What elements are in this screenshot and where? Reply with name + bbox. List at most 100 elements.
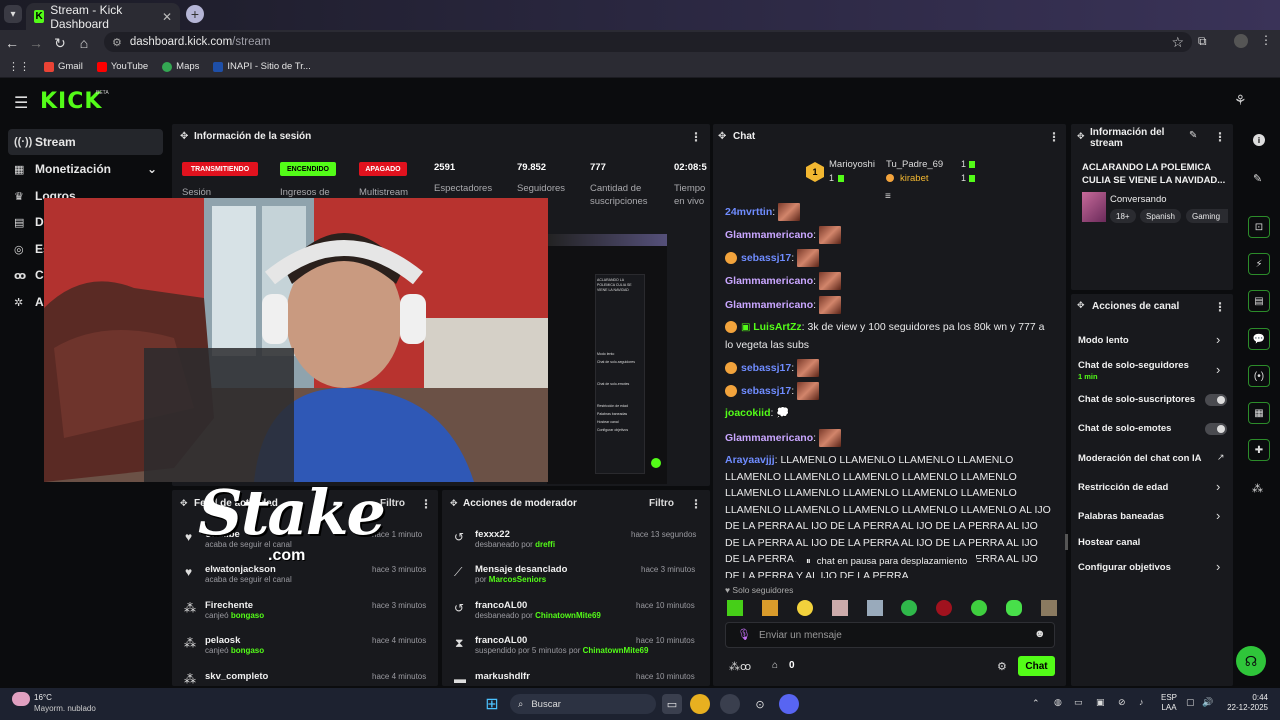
top-gifter-name[interactable]: Marioyoshi (829, 159, 875, 170)
bookmark-inapi[interactable]: INAPI - Sitio de Tr... (213, 61, 311, 72)
support-headset-button[interactable]: ☊ (1236, 646, 1266, 676)
chrome-icon[interactable] (690, 694, 710, 714)
chat-paused-notice[interactable]: ⏸ chat en pausa para desplazamiento (796, 552, 978, 570)
back-icon[interactable]: ← (0, 35, 24, 51)
steam-icon[interactable]: ⊙ (750, 694, 770, 714)
network-icon[interactable]: ▢ (1186, 697, 1195, 708)
chat-settings-icon[interactable]: ⚙ (997, 660, 1007, 673)
chevron-right-icon[interactable]: › (1216, 479, 1220, 494)
channel-points-icon[interactable]: ⁂ꝏ (729, 660, 751, 673)
broadcast-icon[interactable]: (•) (1248, 365, 1270, 387)
sidebar-item-stream[interactable]: ((·)) Stream (8, 129, 163, 155)
expand-gifters-icon[interactable]: ≡ (885, 191, 891, 202)
chat-username[interactable]: sebassj17 (741, 252, 791, 264)
bookmark-star-icon[interactable]: ☆ (1171, 34, 1184, 51)
activity-user[interactable]: pelaosk (205, 635, 264, 646)
info-icon[interactable]: i (1253, 134, 1265, 146)
apps-grid-icon[interactable]: ⋮⋮ (8, 60, 30, 73)
moderator-name[interactable]: ChinatownMite69 (583, 646, 649, 655)
chat-username[interactable]: Arayaavjjj (725, 454, 775, 466)
points-icon[interactable]: ⁂ (1252, 482, 1263, 495)
browser-menu-icon[interactable]: ⋮ (1260, 33, 1272, 47)
chat-username[interactable]: joacokiid (725, 407, 771, 419)
weather-temp[interactable]: 16°C (34, 693, 52, 702)
mod-target[interactable]: Mensaje desanclado (475, 564, 567, 575)
close-tab-icon[interactable]: ✕ (162, 10, 172, 24)
activity-user[interactable]: Firechente (205, 600, 264, 611)
bookmark-gmail[interactable]: Gmail (44, 61, 83, 72)
tools-icon[interactable]: ✚ (1248, 439, 1270, 461)
move-handle-icon[interactable]: ✥ (180, 131, 188, 142)
discord-icon[interactable] (779, 694, 799, 714)
tray-mic-icon[interactable]: ⊘ (1118, 697, 1126, 708)
weather-icon[interactable] (12, 692, 30, 706)
chat-username[interactable]: Glammamericano (725, 229, 813, 241)
emote-red[interactable] (936, 600, 953, 616)
activity-user[interactable]: elwatonjackson (205, 564, 292, 575)
move-handle-icon[interactable]: ✥ (450, 498, 458, 509)
tray-overflow-icon[interactable]: ⌃ (1032, 698, 1040, 709)
emote-kick[interactable] (901, 600, 918, 616)
tray-app-icon[interactable]: ◍ (1054, 697, 1062, 708)
forward-icon[interactable]: → (24, 35, 48, 51)
activity-user[interactable]: skv_completo (205, 671, 268, 682)
top-gifter-name[interactable]: kirabet (900, 173, 929, 184)
address-bar[interactable]: ⚙ dashboard.kick.com /stream ☆ (104, 32, 1192, 52)
mod-target[interactable]: fexxx22 (475, 529, 555, 540)
emote-ghost[interactable] (1006, 600, 1022, 616)
category-name[interactable]: Conversando (1110, 194, 1167, 205)
moderator-name[interactable]: dreffi (535, 540, 555, 549)
mod-target[interactable]: francoAL00 (475, 600, 601, 611)
chrome-active-icon[interactable] (720, 694, 740, 714)
chevron-right-icon[interactable]: › (1216, 362, 1220, 377)
edit-icon[interactable]: ✎ (1253, 172, 1262, 185)
chat-username[interactable]: 24mvrttin (725, 206, 772, 218)
moderator-name[interactable]: ChinatownMite69 (535, 611, 601, 620)
edit-pencil-icon[interactable]: ✎ (1189, 130, 1197, 141)
menu-hamburger-icon[interactable]: ☰ (14, 93, 28, 113)
chat-username[interactable]: LuisArtZz (753, 321, 801, 333)
action-ai-moderation[interactable]: Moderación del chat con IA (1078, 453, 1202, 464)
chat-username[interactable]: sebassj17 (741, 362, 791, 374)
microphone-icon[interactable]: 🎙 (737, 628, 751, 641)
chat-bubble-icon[interactable]: 💬 (1248, 328, 1270, 350)
chevron-right-icon[interactable]: › (1216, 559, 1220, 574)
emote-face[interactable] (796, 600, 813, 616)
chat-username[interactable]: sebassj17 (741, 385, 791, 397)
activity-menu-icon[interactable]: ⋮ (420, 497, 432, 511)
chevron-right-icon[interactable]: › (1216, 508, 1220, 523)
external-link-icon[interactable]: ↗ (1217, 452, 1225, 463)
user-avatar-icon[interactable]: ⚘ (1234, 92, 1247, 109)
kick-logo[interactable]: KICK (40, 89, 102, 114)
moderator-name[interactable]: MarcosSeniors (489, 575, 546, 584)
taskbar-search[interactable]: ⌕ Buscar (510, 694, 656, 714)
emote-gun[interactable] (866, 600, 883, 616)
action-slow-mode[interactable]: Modo lento (1078, 335, 1129, 346)
sidebar-item-monetizacion[interactable]: ▦ Monetización ⌄ (8, 156, 163, 182)
channel-actions-menu-icon[interactable]: ⋮ (1214, 300, 1226, 314)
action-followers-only[interactable]: Chat de solo-seguidores (1078, 360, 1189, 371)
clock[interactable]: 0:44 22-12-2025 (1222, 693, 1268, 713)
emotes-only-toggle[interactable] (1205, 423, 1227, 435)
send-chat-button[interactable]: Chat (1018, 656, 1055, 676)
chevron-right-icon[interactable]: › (1216, 332, 1220, 347)
extensions-icon[interactable]: ⧉ (1198, 34, 1207, 49)
reload-icon[interactable]: ↻ (48, 35, 72, 52)
windows-start-icon[interactable]: ⊞ (482, 694, 502, 714)
emoji-icon[interactable]: ☻ (1034, 628, 1046, 640)
session-menu-icon[interactable]: ⋮ (690, 130, 702, 144)
emote-photo[interactable] (1040, 600, 1057, 616)
chat-menu-icon[interactable]: ⋮ (1048, 130, 1060, 144)
volume-icon[interactable]: 🔊 (1202, 697, 1213, 708)
site-info-icon[interactable]: ⚙ (112, 36, 122, 49)
mod-filter-button[interactable]: Filtro (649, 498, 674, 509)
store-icon[interactable]: ⌂ (772, 660, 778, 671)
tray-app2-icon[interactable]: ▣ (1096, 697, 1105, 708)
action-banned-words[interactable]: Palabras baneadas (1078, 511, 1164, 522)
profile-avatar[interactable] (1234, 34, 1248, 48)
emote-dance[interactable] (831, 600, 848, 616)
action-age-restriction[interactable]: Restricción de edad (1078, 482, 1168, 493)
tray-microphone-icon[interactable]: ♪ (1139, 697, 1144, 707)
browser-tab[interactable]: K Stream - Kick Dashboard ✕ (26, 3, 180, 31)
emote-treasure[interactable] (761, 600, 778, 616)
